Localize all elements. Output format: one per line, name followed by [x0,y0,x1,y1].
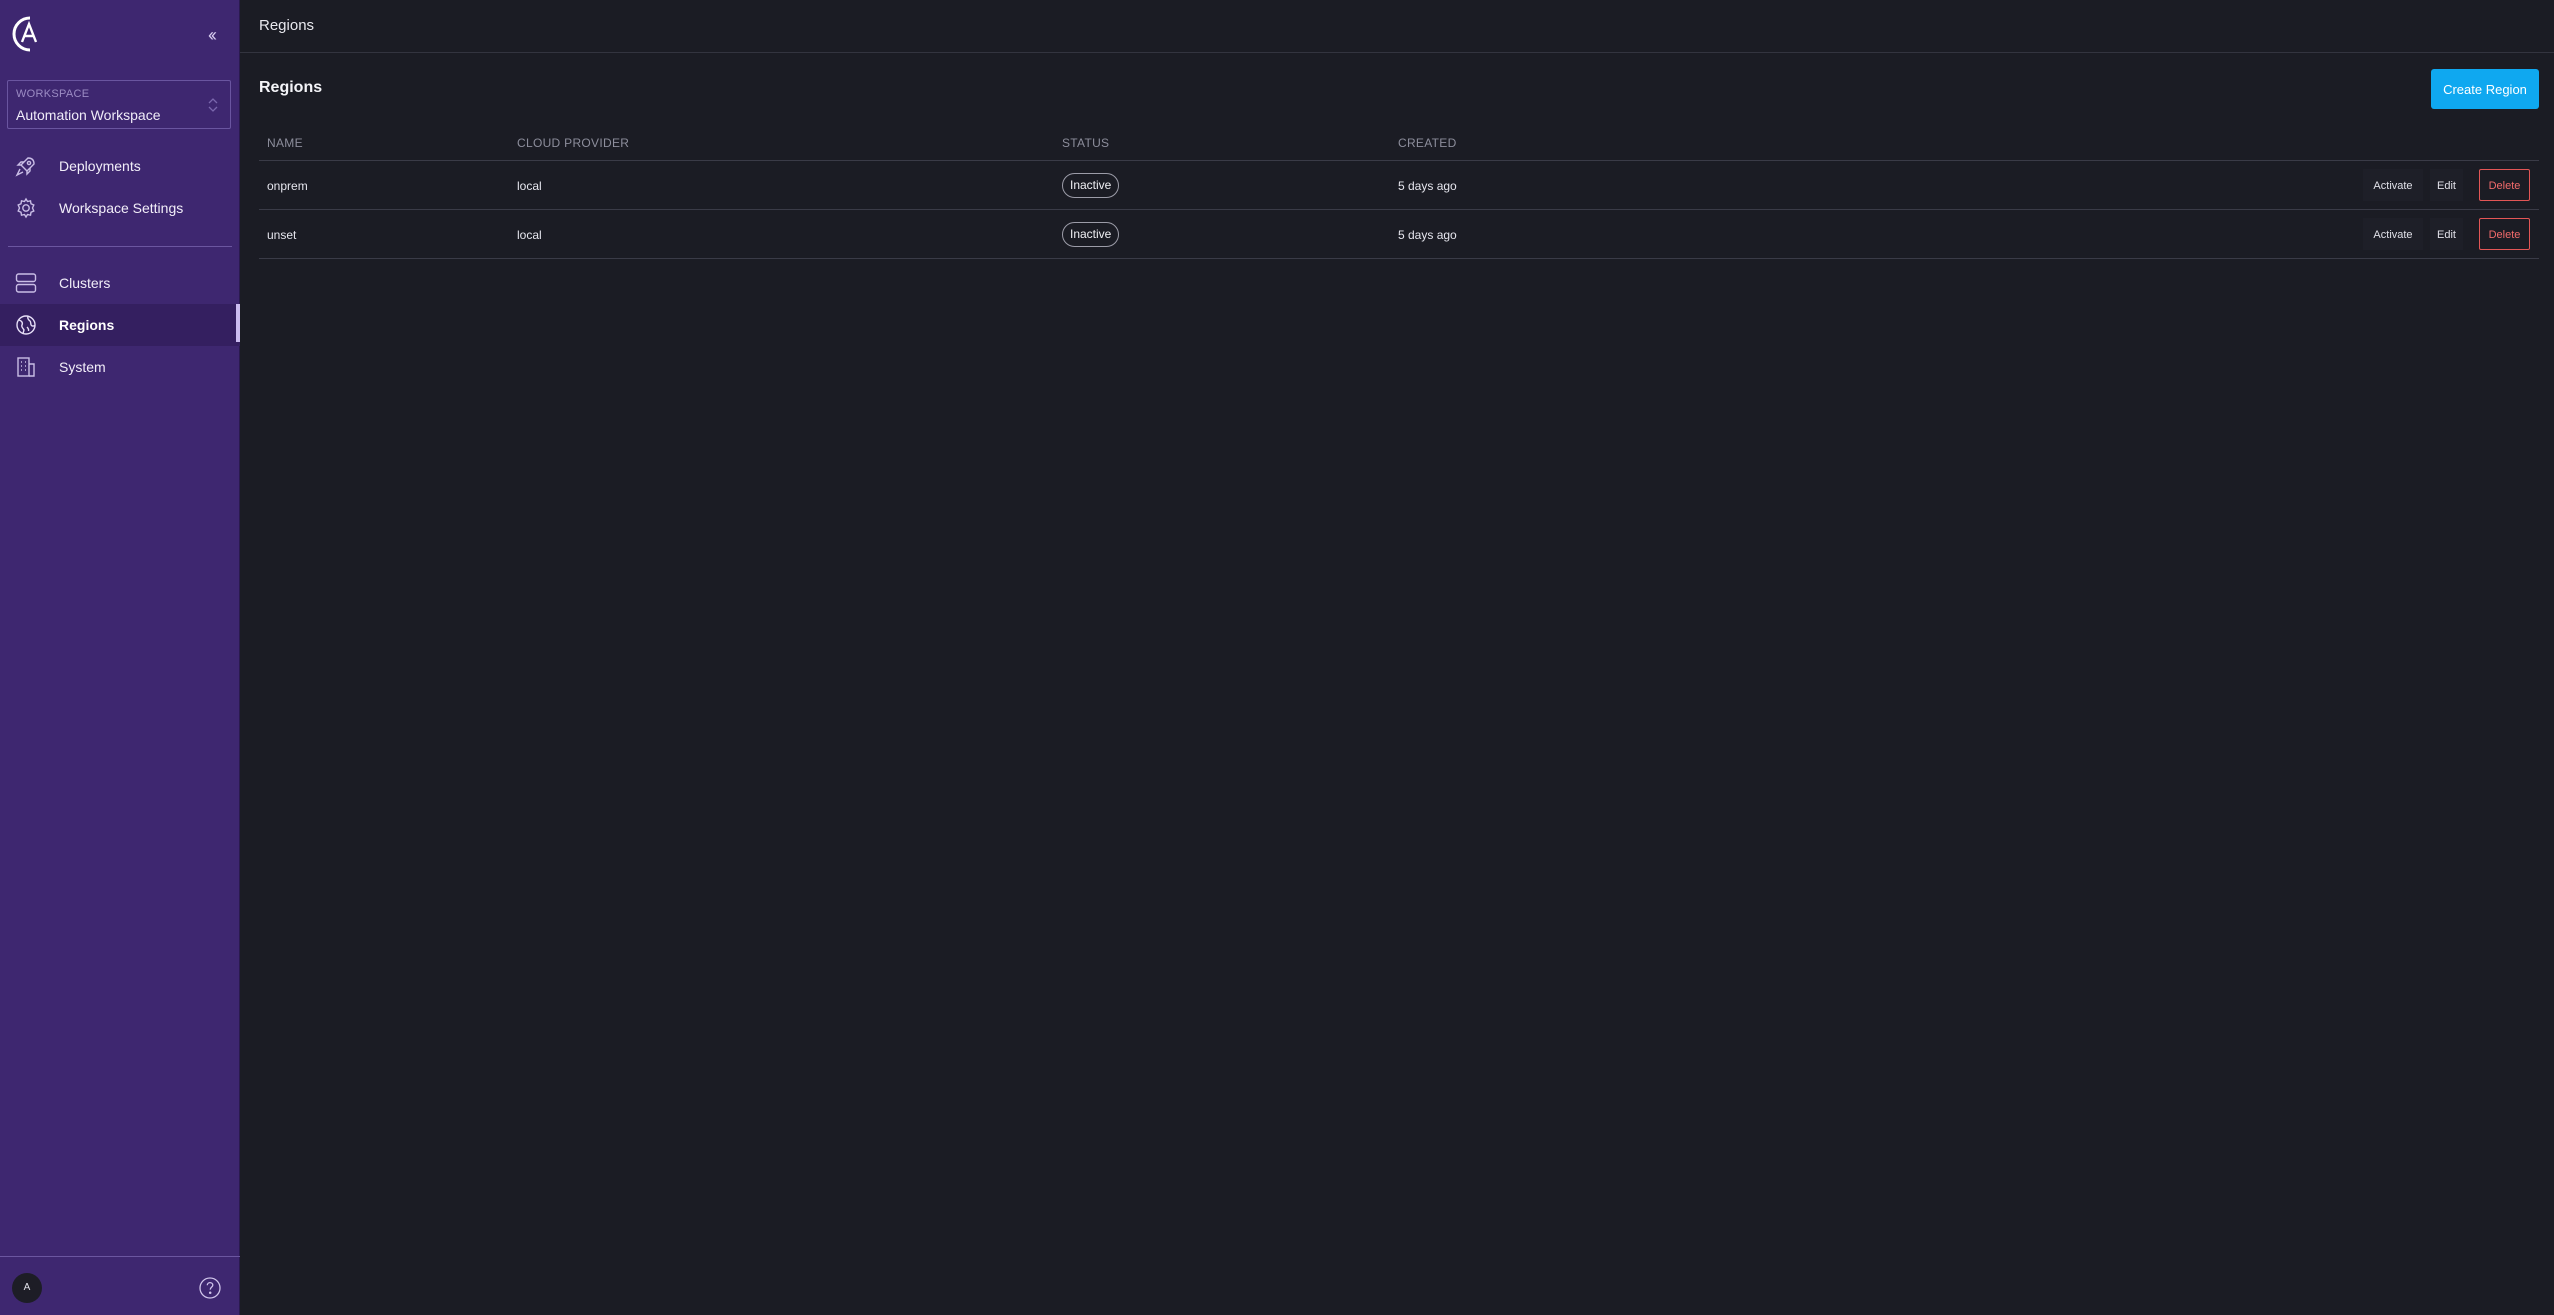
activate-button[interactable]: Activate [2363,169,2423,201]
table-row: onprem local Inactive 5 days ago Activat… [259,161,2539,210]
delete-button[interactable]: Delete [2479,169,2530,201]
create-region-button[interactable]: Create Region [2431,69,2539,109]
edit-button[interactable]: Edit [2430,218,2463,250]
cloud-provider: local [517,179,542,193]
edit-button[interactable]: Edit [2430,169,2463,201]
status-badge: Inactive [1062,173,1120,198]
app-root: ‹‹ WORKSPACE Automation Workspace Deploy… [0,0,2554,1315]
sidebar-nav-workspace: Deployments Workspace Settings [0,145,240,229]
sidebar-footer: A [0,1256,240,1315]
server-stack-icon [14,271,38,295]
breadcrumb: Regions [259,17,315,34]
workspace-selector[interactable]: WORKSPACE Automation Workspace [7,80,231,129]
chevron-up-down-icon [206,95,220,115]
created-date: 5 days ago [1398,228,1457,242]
activate-button[interactable]: Activate [2363,218,2423,250]
rocket-icon [14,154,38,178]
status-badge: Inactive [1062,222,1120,247]
sidebar-item-label: Regions [59,317,115,333]
sidebar-item-system[interactable]: System [0,346,240,388]
region-name: unset [267,228,297,242]
cloud-provider: local [517,228,542,242]
table-header: NAME CLOUD PROVIDER STATUS CREATED [259,128,2539,161]
column-header-cloud-provider[interactable]: CLOUD PROVIDER [517,136,629,150]
sidebar-item-deployments[interactable]: Deployments [0,145,240,187]
sidebar-item-regions[interactable]: Regions [0,304,240,346]
avatar[interactable]: A [12,1273,42,1303]
sidebar-item-workspace-settings[interactable]: Workspace Settings [0,187,240,229]
sidebar-nav-admin: Clusters Regions System [0,262,240,388]
globe-icon [14,313,38,337]
column-header-name[interactable]: NAME [267,136,303,150]
created-date: 5 days ago [1398,179,1457,193]
sidebar-item-clusters[interactable]: Clusters [0,262,240,304]
sidebar-item-label: System [59,359,106,375]
workspace-value: Automation Workspace [16,107,161,123]
column-header-status[interactable]: STATUS [1062,136,1109,150]
sidebar-item-label: Workspace Settings [59,200,184,216]
region-name: onprem [267,179,308,193]
column-header-created[interactable]: CREATED [1398,136,1457,150]
table-row: unset local Inactive 5 days ago Activate… [259,210,2539,259]
gear-icon [14,196,38,220]
sidebar-item-label: Clusters [59,275,111,291]
collapse-sidebar-icon[interactable]: ‹‹ [200,24,222,46]
top-bar: Regions [240,0,2554,53]
regions-table: NAME CLOUD PROVIDER STATUS CREATED onpre… [259,128,2539,259]
page-title: Regions [259,79,323,96]
sidebar-item-label: Deployments [59,158,141,174]
sidebar: ‹‹ WORKSPACE Automation Workspace Deploy… [0,0,240,1315]
help-circle-icon[interactable] [198,1276,222,1300]
logo-icon[interactable] [8,12,44,56]
building-icon [14,355,38,379]
sidebar-divider [8,246,232,247]
workspace-label: WORKSPACE [16,88,90,100]
delete-button[interactable]: Delete [2479,218,2530,250]
